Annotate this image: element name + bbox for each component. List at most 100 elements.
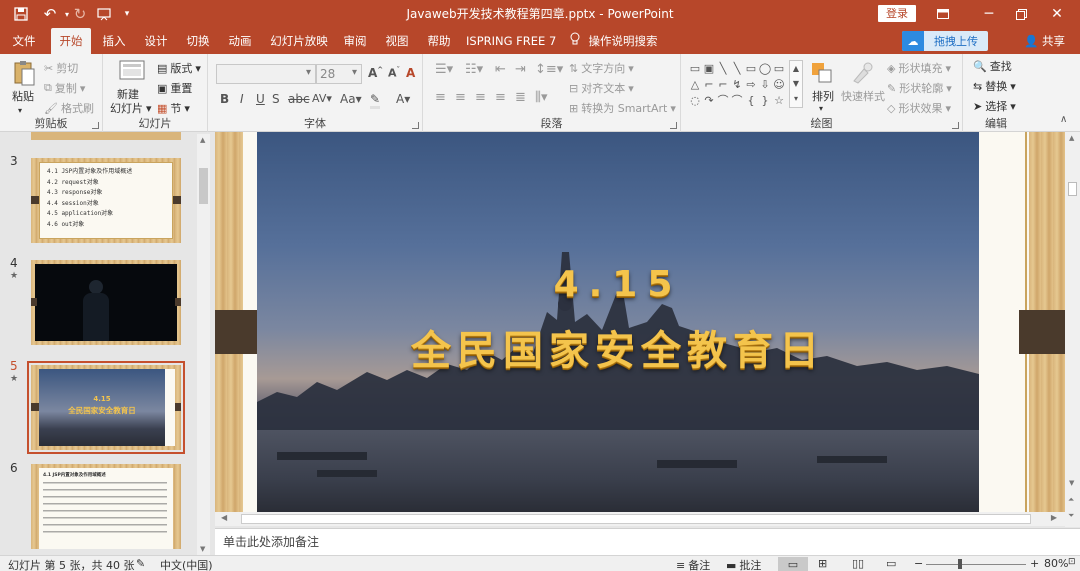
editor-vertical-scrollbar[interactable]: ▲ ▼ ⏶ ⏷ — [1065, 132, 1080, 527]
quick-styles-icon[interactable] — [849, 58, 875, 88]
slideshow-view-icon[interactable]: ▭ — [886, 557, 896, 570]
shape-fill-button[interactable]: ◈ 形状填充 ▾ — [887, 60, 951, 76]
language-status[interactable]: 中文(中国) — [160, 557, 213, 571]
tab-design[interactable]: 设计 — [139, 28, 173, 54]
reading-view-icon[interactable]: ▯▯ — [852, 557, 864, 570]
thumbnail-slide-3[interactable]: 4.1 JSP内置对象及作用域概述 4.2 request对象 4.3 resp… — [31, 158, 181, 243]
cut-button[interactable]: ✂ 剪切 — [44, 60, 78, 76]
select-button[interactable]: ➤ 选择 ▾ — [973, 98, 1016, 114]
smartart-button[interactable]: ⊞ 转换为 SmartArt ▾ — [569, 100, 676, 116]
close-icon[interactable]: ✕ — [1034, 0, 1080, 28]
thumbnail-slide-4[interactable] — [31, 260, 181, 345]
normal-view-icon[interactable]: ▭ — [778, 557, 808, 571]
bold-icon[interactable]: B — [220, 92, 229, 106]
tab-ispring[interactable]: ISPRING FREE 7 — [466, 28, 556, 54]
zoom-slider[interactable] — [926, 564, 1026, 565]
change-case-icon[interactable]: Aa▾ — [340, 92, 362, 106]
thumbnail-slide-5[interactable]: 4.15 全民国家安全教育日 — [27, 361, 185, 454]
shadow-icon[interactable]: S — [272, 92, 280, 106]
highlight-icon[interactable]: ✎ — [370, 92, 381, 109]
line-spacing-icon[interactable]: ↕≡▾ — [535, 62, 563, 77]
spellcheck-icon[interactable]: ✎ — [136, 557, 145, 570]
editor-horizontal-scrollbar[interactable]: ◀ ▶ — [215, 512, 1065, 526]
increase-indent-icon[interactable]: ⇥ — [515, 62, 526, 77]
tab-view[interactable]: 视图 — [380, 28, 414, 54]
underline-icon[interactable]: U — [256, 92, 265, 106]
distribute-icon[interactable]: ≣ — [515, 90, 526, 105]
slide-subtitle[interactable]: 全民国家安全教育日 — [257, 318, 979, 376]
paste-dropdown-icon[interactable]: ▾ — [18, 106, 22, 115]
arrange-button[interactable]: 排列 — [812, 88, 834, 104]
font-name-dropdown[interactable]: ▾ — [216, 64, 316, 84]
shape-outline-button[interactable]: ✎ 形状轮廓 ▾ — [887, 80, 952, 96]
arrange-icon[interactable] — [809, 58, 835, 88]
notes-pane[interactable]: 单击此处添加备注 — [215, 528, 1080, 555]
collapse-ribbon-icon[interactable]: ∧ — [1060, 114, 1067, 125]
justify-icon[interactable]: ≡ — [495, 90, 506, 105]
new-slide-label2[interactable]: 幻灯片 ▾ — [110, 100, 152, 116]
find-button[interactable]: 🔍 查找 — [973, 58, 1012, 74]
shapes-gallery-scroll[interactable]: ▲ ▼ ▾ — [789, 60, 803, 108]
shape-effects-button[interactable]: ◇ 形状效果 ▾ — [887, 100, 951, 116]
comments-toggle-button[interactable]: ▬ 批注 — [726, 557, 761, 571]
font-launcher-icon[interactable] — [412, 122, 419, 129]
replace-button[interactable]: ⇆ 替换 ▾ — [973, 78, 1016, 94]
font-color-icon[interactable]: A▾ — [396, 92, 410, 106]
align-center-icon[interactable]: ≡ — [455, 90, 466, 105]
clipboard-launcher-icon[interactable] — [92, 122, 99, 129]
align-text-button[interactable]: ⊟ 对齐文本 ▾ — [569, 80, 634, 96]
tab-help[interactable]: 帮助 — [422, 28, 456, 54]
zoom-out-icon[interactable]: − — [914, 557, 923, 570]
copy-button[interactable]: ⧉ 复制 ▾ — [44, 80, 85, 96]
layout-button[interactable]: ▤ 版式 ▾ — [157, 60, 201, 76]
thumbnail-partial-2[interactable] — [31, 132, 181, 140]
format-painter-button[interactable]: 🖌 格式刷 — [44, 100, 94, 116]
tab-insert[interactable]: 插入 — [97, 28, 131, 54]
share-button[interactable]: 👤 共享 — [1024, 28, 1065, 54]
arrange-dropdown-icon[interactable]: ▾ — [819, 104, 823, 113]
tab-slideshow[interactable]: 幻灯片放映 — [266, 28, 332, 54]
shapes-gallery[interactable]: ▭ ▣ ╲ ╲ ▭ ◯ ▭ △ ⌐ ⌐ ↯ ⇨ ⇩ ☺ ◌ ↷ ⌒ ⌒{} ☆ — [688, 60, 788, 110]
zoom-level[interactable]: 80% — [1044, 557, 1068, 570]
clear-format-icon[interactable]: A — [406, 66, 415, 80]
tab-home[interactable]: 开始 — [51, 28, 91, 54]
tab-file[interactable]: 文件 — [6, 28, 42, 54]
columns-icon[interactable]: ⫼▾ — [535, 90, 548, 105]
slide-canvas[interactable]: 4.15 全民国家安全教育日 — [215, 132, 1065, 512]
numbering-icon[interactable]: ☷▾ — [465, 62, 483, 77]
tab-animations[interactable]: 动画 — [223, 28, 257, 54]
paste-icon[interactable] — [10, 58, 38, 88]
char-spacing-icon[interactable]: AV▾ — [312, 92, 332, 105]
fit-to-window-icon[interactable]: ⊡ — [1068, 557, 1076, 567]
reset-button[interactable]: ▣ 重置 — [157, 80, 192, 96]
login-button[interactable]: 登录 — [878, 5, 916, 22]
font-size-dropdown[interactable]: 28 ▾ — [316, 64, 362, 84]
ribbon-display-icon[interactable] — [920, 0, 966, 28]
shrink-font-icon[interactable]: Aˇ — [388, 66, 400, 80]
drawing-launcher-icon[interactable] — [952, 122, 959, 129]
tab-transitions[interactable]: 切换 — [181, 28, 215, 54]
strikethrough-icon[interactable]: abc — [288, 92, 310, 106]
tab-review[interactable]: 审阅 — [338, 28, 372, 54]
text-direction-button[interactable]: ⇅ 文字方向 ▾ — [569, 60, 634, 76]
bullets-icon[interactable]: ☰▾ — [435, 62, 453, 77]
tell-me-search[interactable]: 操作说明搜索 — [588, 28, 658, 54]
slide-sorter-icon[interactable]: ⊞ — [818, 557, 827, 570]
new-slide-icon[interactable] — [117, 58, 147, 84]
slide-title[interactable]: 4.15 — [257, 264, 979, 305]
decrease-indent-icon[interactable]: ⇤ — [495, 62, 506, 77]
thumbnail-slide-6[interactable]: 4.1 JSP内置对象及作用域概述 — [31, 464, 181, 549]
grow-font-icon[interactable]: A^ — [368, 66, 383, 80]
zoom-in-icon[interactable]: + — [1030, 557, 1039, 570]
thumbnail-scrollbar[interactable]: ▲ ▼ — [197, 134, 210, 555]
quick-styles-button[interactable]: 快速样式 — [841, 88, 885, 104]
zoom-slider-thumb[interactable] — [958, 559, 962, 569]
paragraph-launcher-icon[interactable] — [670, 122, 677, 129]
align-left-icon[interactable]: ≡ — [435, 90, 446, 105]
notes-toggle-button[interactable]: ≡ 备注 — [676, 557, 710, 571]
italic-icon[interactable]: I — [240, 92, 244, 106]
drag-upload-button[interactable]: ☁ 拖拽上传 — [902, 31, 988, 51]
section-button[interactable]: ▦ 节 ▾ — [157, 100, 190, 116]
align-right-icon[interactable]: ≡ — [475, 90, 486, 105]
paste-button[interactable]: 粘贴 — [12, 88, 34, 104]
